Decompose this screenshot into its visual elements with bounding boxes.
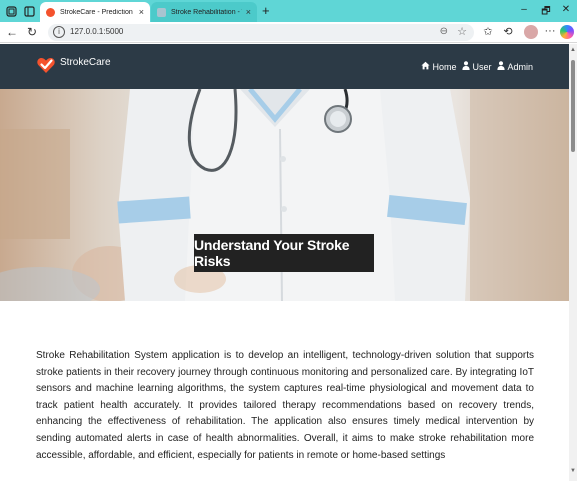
close-window-button[interactable]: ✕ — [556, 4, 576, 15]
hero-banner: Understand Your Stroke Risks — [0, 89, 569, 301]
history-icon[interactable]: ⟲ — [500, 25, 516, 38]
profile-avatar-icon[interactable] — [524, 25, 538, 39]
back-icon[interactable]: ← — [4, 25, 20, 39]
user-icon — [462, 61, 471, 72]
site-info-icon[interactable]: i — [53, 26, 65, 38]
copilot-icon[interactable] — [560, 25, 574, 39]
scrollbar-thumb[interactable] — [571, 60, 575, 152]
brand-name: StrokeCare — [60, 57, 111, 68]
heart-check-logo-icon — [37, 57, 55, 73]
nav-admin-label: Admin — [507, 61, 533, 72]
scroll-down-icon[interactable]: ▼ — [570, 468, 576, 474]
nav-user-label: User — [472, 61, 492, 72]
nav-admin-link[interactable]: Admin — [497, 61, 533, 72]
tab-strokecare[interactable]: StrokeCare - Prediction & Preventio × — [40, 2, 150, 22]
restore-button[interactable]: 🗗 — [536, 4, 556, 21]
brand[interactable]: StrokeCare — [36, 55, 111, 75]
user-icon — [497, 61, 506, 72]
nav-home-label: Home — [432, 61, 457, 72]
close-tab-icon[interactable]: × — [139, 7, 144, 17]
workspaces-icon[interactable] — [4, 4, 18, 18]
favorite-star-icon[interactable]: ☆ — [457, 25, 467, 38]
tab-actions-icon[interactable] — [22, 4, 36, 18]
tab-title: Stroke Rehabilitation - ThingSpeak — [171, 8, 242, 16]
nav-user-link[interactable]: User — [462, 61, 491, 72]
tab-thingspeak[interactable]: Stroke Rehabilitation - ThingSpeak × — [151, 2, 257, 22]
favorites-icon[interactable]: ✩ — [480, 25, 496, 38]
scroll-up-icon[interactable]: ▲ — [570, 47, 576, 53]
new-tab-button[interactable]: + — [262, 3, 270, 18]
more-icon[interactable]: ··· — [542, 25, 558, 37]
url-field[interactable]: i 127.0.0.1:5000 ⊖ ☆ — [48, 24, 474, 41]
url-text: 127.0.0.1:5000 — [70, 27, 124, 36]
home-icon — [421, 61, 431, 72]
refresh-icon[interactable]: ↻ — [24, 25, 40, 39]
page-scrollbar[interactable]: ▲ ▼ — [569, 44, 577, 481]
thingspeak-favicon-icon — [157, 7, 166, 17]
tab-title: StrokeCare - Prediction & Preventio — [60, 8, 135, 16]
strokecare-favicon-icon — [46, 7, 55, 17]
read-aloud-icon[interactable]: ⊖ — [440, 26, 448, 37]
hero-caption: Understand Your Stroke Risks — [194, 234, 374, 272]
about-paragraph: Stroke Rehabilitation System application… — [36, 350, 534, 461]
browser-tab-strip: StrokeCare - Prediction & Preventio × St… — [0, 0, 577, 22]
address-bar-row: ← ↻ i 127.0.0.1:5000 ⊖ ☆ ✩ ⟲ ··· — [0, 22, 577, 43]
close-tab-icon[interactable]: × — [246, 7, 251, 17]
minimize-button[interactable]: – — [514, 4, 534, 15]
page-viewport: StrokeCare Home User Admin Understand Yo… — [0, 44, 569, 481]
nav-home-link[interactable]: Home — [421, 61, 456, 72]
site-navbar: StrokeCare Home User Admin — [0, 44, 569, 89]
nav-links: Home User Admin — [421, 61, 533, 72]
